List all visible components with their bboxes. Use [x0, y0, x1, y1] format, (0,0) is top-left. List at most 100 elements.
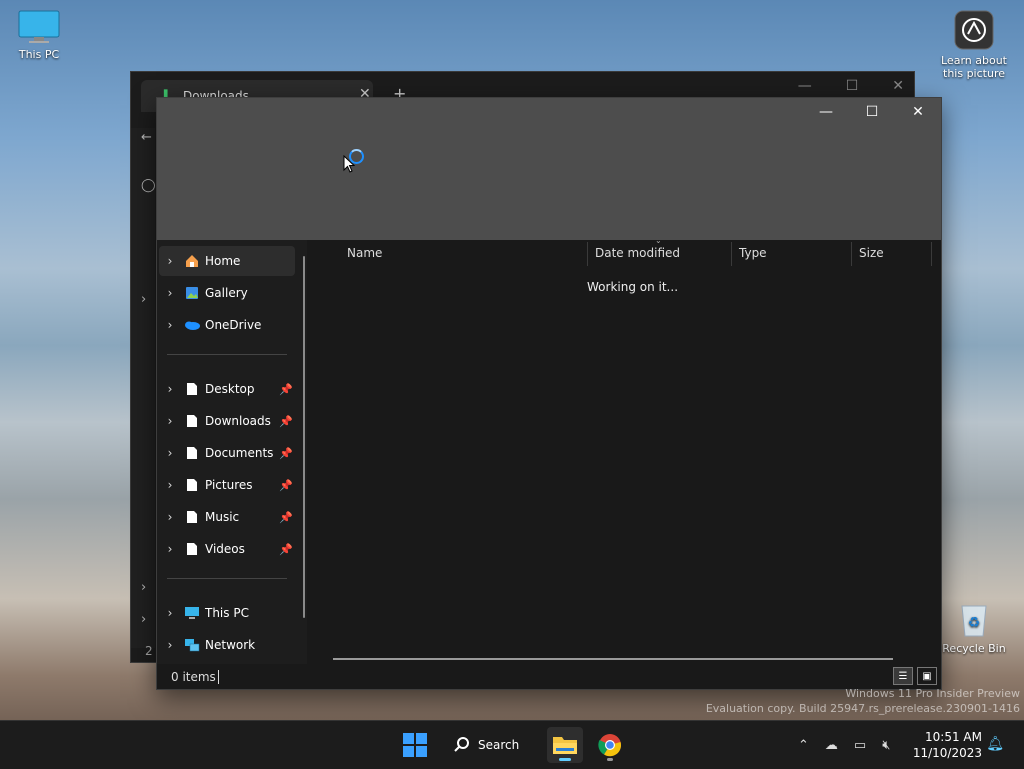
taskbar: Search ⌃ ☁ ▭ 🔇︎ 10:51 AM 11/10/2023 🔔︎ [0, 720, 1024, 769]
pin-icon[interactable]: 📌 [279, 383, 293, 396]
chevron-right-icon[interactable]: › [159, 510, 181, 524]
watermark-line-1: Windows 11 Pro Insider Preview [845, 687, 1020, 700]
nav-label: Network [205, 638, 256, 652]
column-divider[interactable] [587, 242, 588, 266]
chevron-right-icon[interactable]: › [159, 638, 181, 652]
chevron-right-icon[interactable]: › [159, 318, 181, 332]
onedrive-offline-icon[interactable]: ☁ [825, 738, 838, 753]
home-icon [181, 254, 203, 268]
nav-scrollbar[interactable] [303, 256, 305, 618]
start-button[interactable] [403, 733, 427, 757]
clock-time: 10:51 AM [925, 730, 982, 744]
nav-item-onedrive[interactable]: › OneDrive [159, 310, 295, 340]
onedrive-icon [181, 320, 203, 330]
desktop-icon-this-pc[interactable]: This PC [3, 10, 75, 61]
pin-icon[interactable]: 📌 [279, 543, 293, 556]
chevron-right-icon[interactable]: › [159, 382, 181, 396]
maximize-icon[interactable]: ☐ [846, 78, 859, 94]
chevron-right-icon[interactable]: › [159, 446, 181, 460]
tiles-view-icon[interactable]: ▣ [917, 667, 937, 685]
divider [167, 578, 287, 579]
maximize-button[interactable]: ☐ [849, 98, 895, 126]
nav-label: Documents [205, 446, 274, 460]
pc-icon [181, 606, 203, 620]
clock[interactable]: 10:51 AM 11/10/2023 [913, 729, 982, 761]
caption-buttons: — ☐ ✕ [803, 98, 941, 126]
navigation-pane: › Home › Gallery › OneDrive › Desktop 📌 … [157, 240, 307, 664]
chevron-right-icon[interactable]: › [141, 292, 146, 307]
watermark-line-2: Evaluation copy. Build 25947.rs_prerelea… [705, 702, 1020, 715]
desktop-icon-learn-about-picture[interactable]: Learn about this picture [938, 10, 1010, 80]
column-header-date-modified[interactable]: Date modified [595, 246, 680, 260]
chevron-right-icon[interactable]: › [159, 542, 181, 556]
notification-bell-icon[interactable]: 🔔︎ [986, 736, 1004, 752]
file-icon [181, 414, 203, 428]
camera-icon [954, 10, 994, 50]
active-indicator [559, 758, 571, 761]
search-button[interactable]: Search [450, 729, 542, 761]
nav-item-this-pc[interactable]: › This PC [159, 598, 295, 628]
nav-item-pictures[interactable]: › Pictures 📌 [159, 470, 295, 500]
loading-status-text: Working on it... [587, 280, 679, 294]
nav-item-home[interactable]: › Home [159, 246, 295, 276]
search-icon [454, 737, 469, 752]
chevron-right-icon[interactable]: › [159, 414, 181, 428]
evaluation-watermark: Windows 11 Pro Insider Preview Evaluatio… [706, 686, 1020, 716]
taskbar-file-explorer[interactable] [547, 727, 583, 763]
file-explorer-window[interactable]: — ☐ ✕ › Home › Gallery › OneDrive › Desk… [156, 97, 942, 690]
nav-label: Videos [205, 542, 245, 556]
desktop-icon-recycle-bin[interactable]: ♻ Recycle Bin [938, 600, 1010, 655]
column-header-name[interactable]: Name [347, 246, 382, 260]
column-header-size[interactable]: Size [859, 246, 884, 260]
close-button[interactable]: ✕ [895, 98, 941, 126]
desktop-icon-label-2: this picture [943, 67, 1005, 80]
pin-icon[interactable]: 📌 [279, 447, 293, 460]
details-view-icon[interactable]: ☰ [893, 667, 913, 685]
back-arrow-icon[interactable]: ← [141, 130, 152, 145]
network-icon[interactable]: ▭ [854, 738, 866, 753]
file-list: Name Date modified ⌄ Type Size Working o… [315, 236, 941, 664]
chrome-icon [598, 734, 622, 757]
chevron-right-icon[interactable]: › [159, 606, 181, 620]
nav-label: Home [205, 254, 241, 268]
nav-item-documents[interactable]: › Documents 📌 [159, 438, 295, 468]
file-icon [181, 510, 203, 524]
close-icon[interactable]: ✕ [892, 78, 904, 94]
chevron-up-icon[interactable]: ⌃ [798, 738, 809, 753]
column-divider[interactable] [931, 242, 932, 266]
status-divider [218, 670, 219, 684]
chevron-right-icon[interactable]: › [159, 254, 181, 268]
pin-icon[interactable]: 📌 [279, 479, 293, 492]
running-indicator [607, 758, 613, 761]
sort-indicator-icon: ⌄ [655, 236, 662, 245]
volume-muted-icon[interactable]: 🔇︎ [882, 738, 890, 753]
chevron-right-icon[interactable]: › [141, 580, 146, 595]
nav-item-gallery[interactable]: › Gallery [159, 278, 295, 308]
title-bar[interactable]: — ☐ ✕ [157, 98, 941, 240]
nav-label: Music [205, 510, 240, 524]
nav-item-music[interactable]: › Music 📌 [159, 502, 295, 532]
pin-icon[interactable]: 📌 [279, 511, 293, 524]
minimize-button[interactable]: — [803, 98, 849, 126]
chevron-right-icon[interactable]: › [141, 612, 146, 627]
chevron-right-icon[interactable]: › [159, 478, 181, 492]
nav-item-network[interactable]: › Network [159, 630, 295, 660]
chevron-right-icon[interactable]: › [159, 286, 181, 300]
nav-item-videos[interactable]: › Videos 📌 [159, 534, 295, 564]
nav-item-downloads[interactable]: › Downloads 📌 [159, 406, 295, 436]
nav-label: Gallery [205, 286, 248, 300]
column-divider[interactable] [851, 242, 852, 266]
system-tray: ⌃ ☁ ▭ 🔇︎ [798, 721, 890, 769]
view-toggle: ☰ ▣ [893, 667, 937, 685]
taskbar-chrome[interactable] [592, 727, 628, 763]
horizontal-scrollbar[interactable] [333, 658, 893, 660]
column-header-type[interactable]: Type [739, 246, 767, 260]
nav-item-desktop[interactable]: › Desktop 📌 [159, 374, 295, 404]
minimize-icon[interactable]: — [798, 78, 812, 94]
monitor-icon [18, 10, 60, 44]
desktop-icon-label: Recycle Bin [942, 642, 1006, 655]
column-divider[interactable] [731, 242, 732, 266]
pin-icon[interactable]: 📌 [279, 415, 293, 428]
gallery-icon [181, 286, 203, 300]
background-caption-buttons: — ☐ ✕ [798, 78, 904, 94]
